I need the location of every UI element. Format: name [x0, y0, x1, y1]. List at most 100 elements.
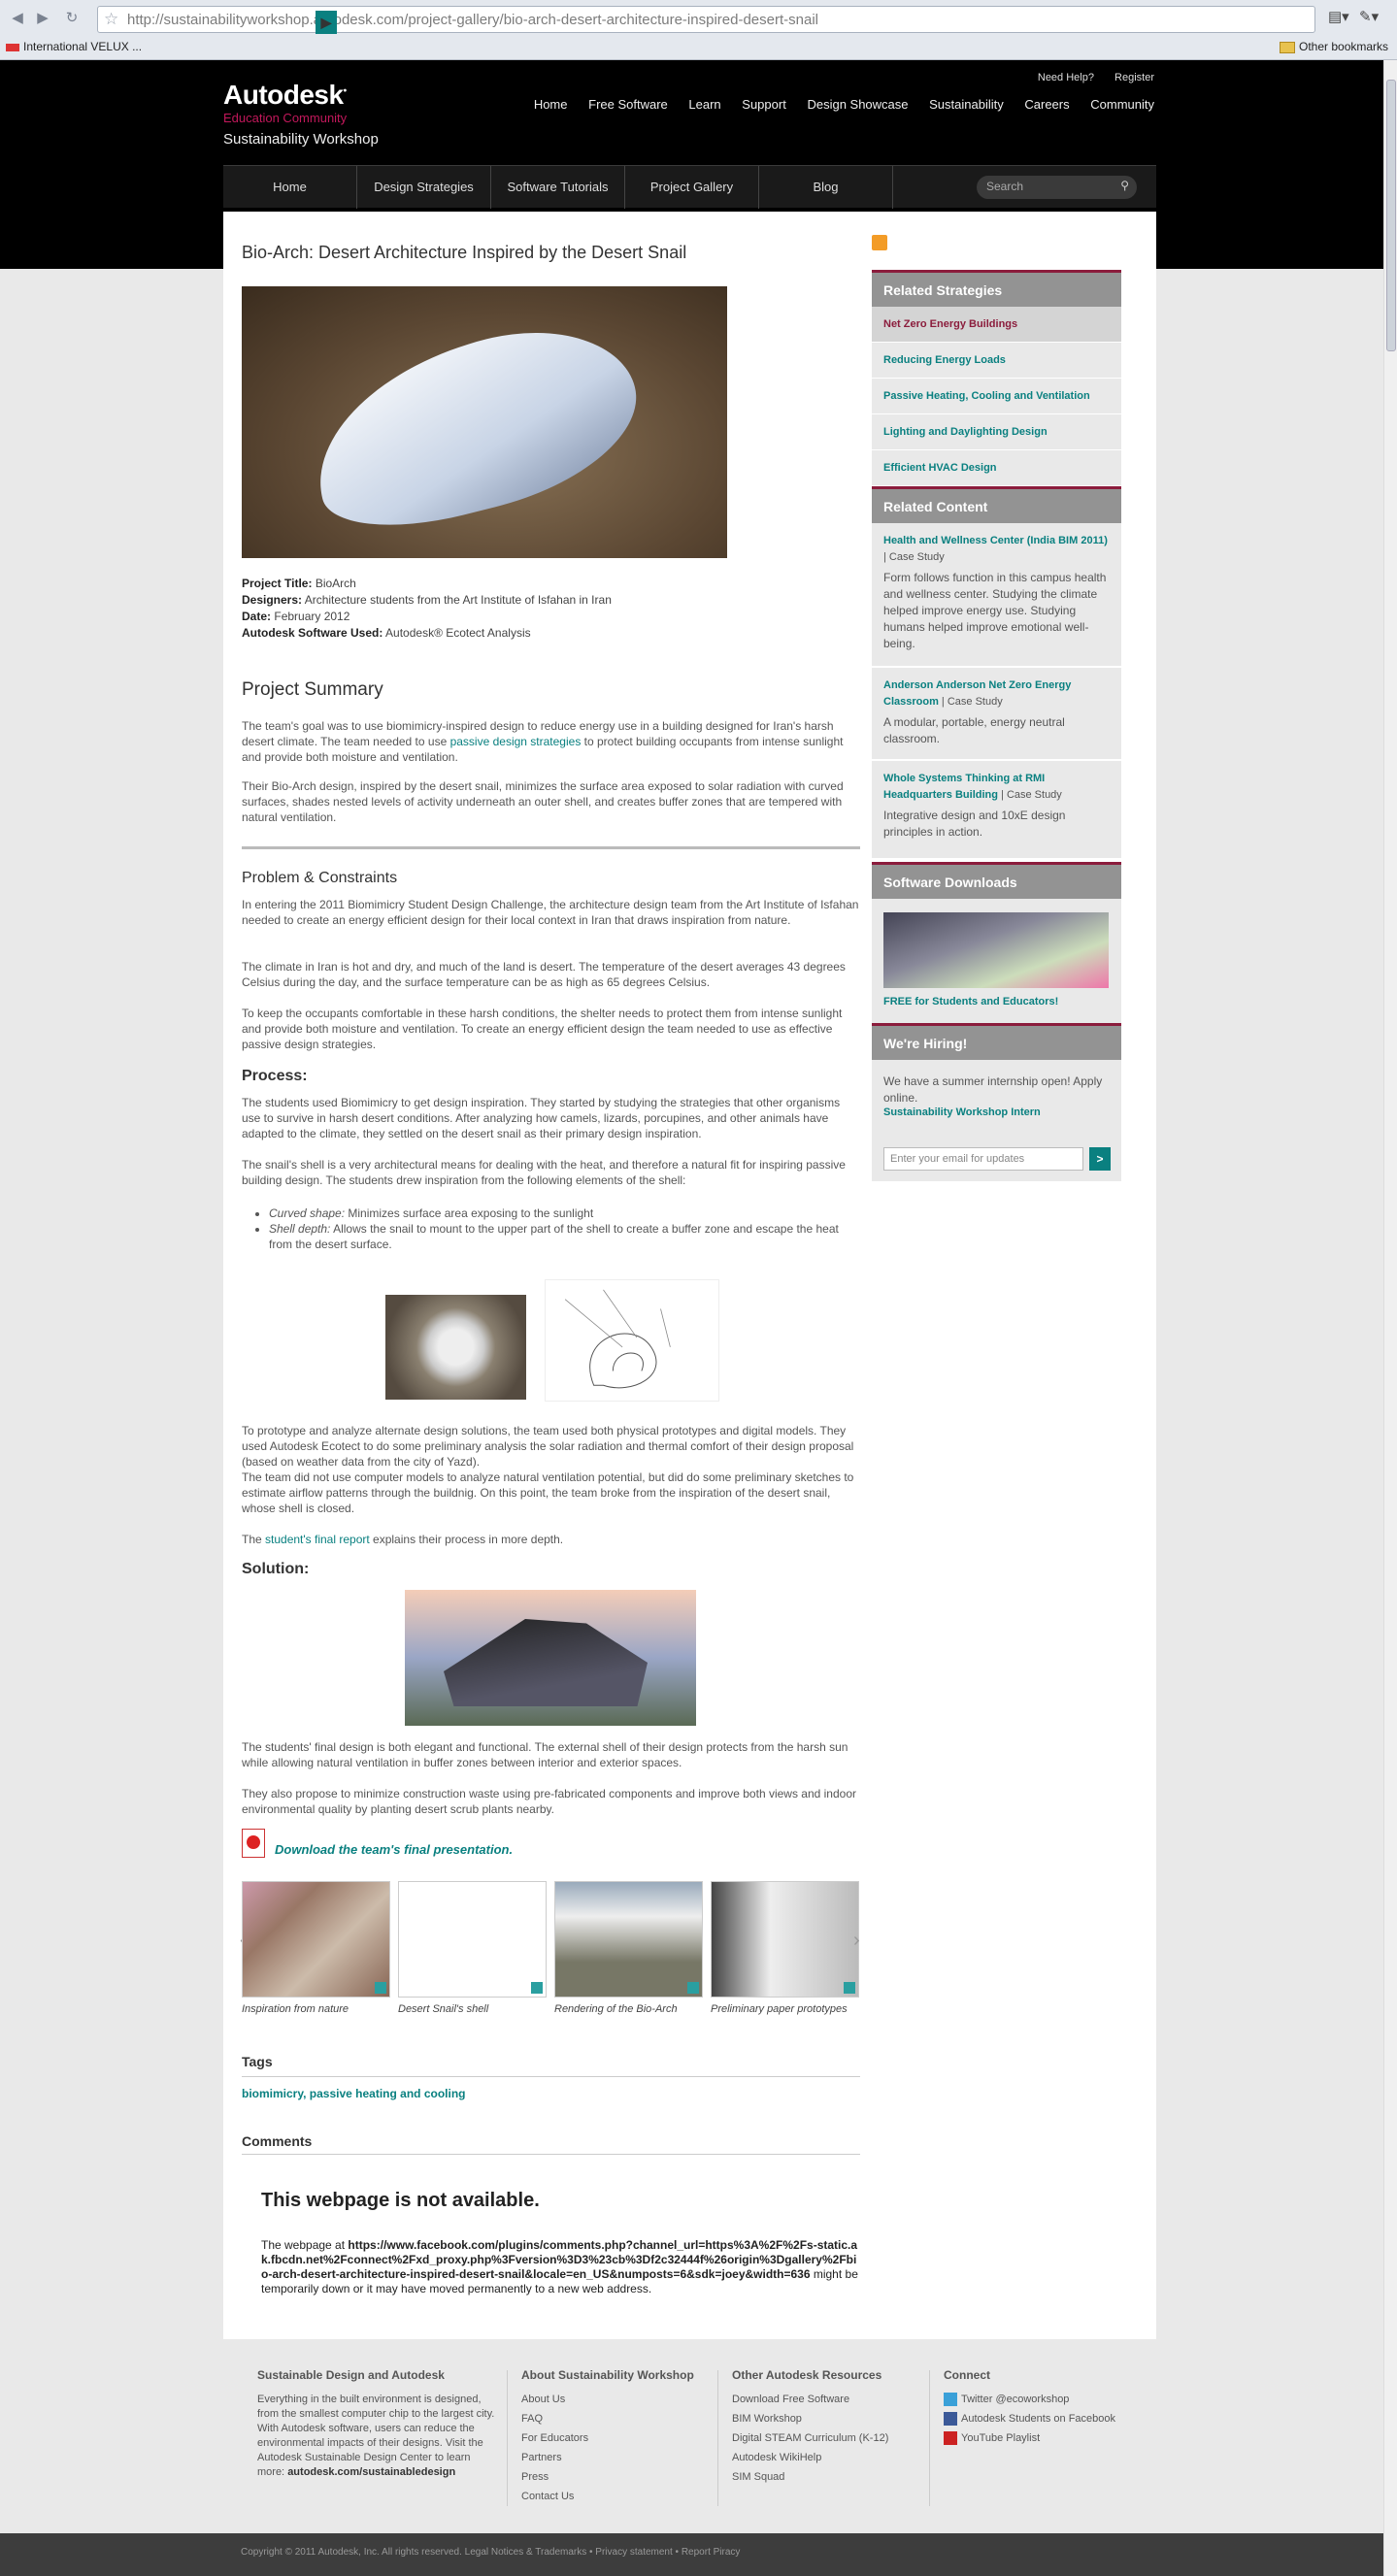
software-download-image[interactable]: [883, 912, 1109, 988]
comments-heading: Comments: [242, 2133, 313, 2149]
other-bookmarks[interactable]: Other bookmarks: [1280, 40, 1388, 53]
email-submit-button[interactable]: >: [1089, 1147, 1111, 1171]
related-content-desc: Integrative design and 10xE design princ…: [883, 809, 1066, 839]
search-icon[interactable]: ⚲: [1120, 179, 1129, 192]
footer-link[interactable]: Download Free Software: [732, 2393, 926, 2407]
nav-free-software[interactable]: Free Software: [588, 97, 668, 112]
zoom-icon[interactable]: [844, 1982, 855, 1994]
solution-paragraph: They also propose to minimize constructi…: [242, 1787, 856, 1816]
hiring-text: We have a summer internship open! Apply …: [883, 1074, 1103, 1105]
wrench-icon[interactable]: ✎▾: [1359, 8, 1379, 25]
strategy-link[interactable]: Efficient HVAC Design: [872, 450, 1121, 486]
footer-link[interactable]: FAQ: [521, 2412, 735, 2427]
search-placeholder: Search: [986, 180, 1024, 193]
zoom-icon[interactable]: [375, 1982, 386, 1994]
gallery-thumb[interactable]: [242, 1881, 390, 1998]
passive-design-link[interactable]: passive design strategies: [450, 735, 582, 748]
meta-label: Autodesk Software Used:: [242, 626, 383, 640]
rss-icon[interactable]: [872, 235, 887, 250]
footer-link[interactable]: Contact Us: [521, 2490, 735, 2504]
email-field[interactable]: Enter your email for updates: [883, 1147, 1083, 1171]
subnav-project-gallery[interactable]: Project Gallery: [625, 166, 759, 209]
strategy-link[interactable]: Passive Heating, Cooling and Ventilation: [872, 379, 1121, 414]
site-logo[interactable]: Autodesk• Education Community Sustainabi…: [223, 80, 379, 148]
related-content-item: Anderson Anderson Net Zero Energy Classr…: [872, 668, 1121, 760]
search-input[interactable]: Search ⚲: [977, 176, 1137, 199]
youtube-icon: [944, 2431, 957, 2446]
footer-link[interactable]: Digital STEAM Curriculum (K-12): [732, 2431, 926, 2446]
process-paragraph: The team did not use computer models to …: [242, 1470, 854, 1515]
divider: [242, 2154, 860, 2155]
meta-value: Autodesk® Ecotect Analysis: [385, 626, 531, 640]
twitter-link[interactable]: Twitter @ecoworkshop: [944, 2393, 1157, 2407]
strategy-link[interactable]: Reducing Energy Loads: [872, 343, 1121, 379]
facebook-link[interactable]: Autodesk Students on Facebook: [944, 2412, 1157, 2427]
scrollbar[interactable]: [1383, 60, 1397, 2576]
url-host: http://sustainabilityworkshop.autodesk.c…: [127, 12, 405, 28]
gallery-next-icon[interactable]: ›: [853, 1930, 860, 1952]
footer-link[interactable]: About Us: [521, 2393, 735, 2407]
gallery-thumb[interactable]: [554, 1881, 703, 1998]
download-presentation-link[interactable]: Download the team's final presentation.: [275, 1842, 513, 1857]
internship-link[interactable]: Sustainability Workshop Intern: [883, 1106, 1041, 1118]
footer-link[interactable]: Press: [521, 2470, 735, 2485]
address-bar[interactable]: ☆ http://sustainabilityworkshop.autodesk…: [97, 6, 1315, 34]
footer-col-sustainable: Sustainable Design and Autodesk Everythi…: [257, 2368, 495, 2480]
subnav-home[interactable]: Home: [223, 166, 357, 209]
footer-sd-link[interactable]: autodesk.com/sustainabledesign: [287, 2466, 455, 2478]
back-icon[interactable]: ◀: [6, 6, 29, 31]
related-content-desc: Form follows function in this campus hea…: [883, 571, 1107, 650]
bookmark-star-icon[interactable]: ☆: [104, 10, 118, 29]
footer-link[interactable]: SIM Squad: [732, 2470, 926, 2485]
pdf-icon[interactable]: [242, 1829, 265, 1858]
strategy-link[interactable]: Net Zero Energy Buildings: [872, 307, 1121, 343]
gallery-caption: Preliminary paper prototypes: [711, 2003, 848, 2015]
solution-heading: Solution:: [242, 1561, 310, 1577]
free-software-link[interactable]: FREE for Students and Educators!: [883, 996, 1058, 1007]
subnav-design-strategies[interactable]: Design Strategies: [357, 166, 491, 209]
zoom-icon[interactable]: [531, 1982, 543, 1994]
list-item: Shell depth: Allows the snail to mount t…: [269, 1221, 853, 1252]
go-icon[interactable]: ▶: [316, 11, 337, 34]
nav-careers[interactable]: Careers: [1024, 97, 1069, 112]
zoom-icon[interactable]: [687, 1982, 699, 1994]
page-menu-icon[interactable]: ▤▾: [1328, 8, 1349, 25]
subnav-blog[interactable]: Blog: [759, 166, 893, 209]
divider: [507, 2370, 508, 2506]
footer-link[interactable]: Autodesk WikiHelp: [732, 2451, 926, 2465]
strategy-link[interactable]: Lighting and Daylighting Design: [872, 414, 1121, 450]
gallery-caption: Rendering of the Bio-Arch: [554, 2003, 678, 2015]
youtube-link[interactable]: YouTube Playlist: [944, 2431, 1157, 2446]
tags-heading: Tags: [242, 2054, 273, 2069]
site-name: Sustainability Workshop: [223, 131, 379, 148]
register-link[interactable]: Register: [1114, 72, 1154, 83]
copyright-text: Copyright © 2011 Autodesk, Inc. All righ…: [241, 2547, 741, 2558]
nav-home[interactable]: Home: [534, 97, 568, 112]
reload-icon[interactable]: ↻: [60, 6, 83, 31]
nav-community[interactable]: Community: [1090, 97, 1154, 112]
nav-learn[interactable]: Learn: [688, 97, 720, 112]
gallery-thumb[interactable]: [398, 1881, 547, 1998]
related-content-link[interactable]: Health and Wellness Center (India BIM 20…: [883, 535, 1108, 546]
problem-paragraph: To keep the occupants comfortable in the…: [242, 1007, 843, 1051]
nav-support[interactable]: Support: [742, 97, 786, 112]
tag-links[interactable]: biomimicry, passive heating and cooling: [242, 2087, 466, 2100]
bookmark-item[interactable]: International VELUX ...: [6, 40, 142, 53]
gallery-thumb[interactable]: [711, 1881, 859, 1998]
nav-design-showcase[interactable]: Design Showcase: [807, 97, 908, 112]
main-nav: Home Free Software Learn Support Design …: [516, 97, 1154, 112]
footer-link[interactable]: For Educators: [521, 2431, 735, 2446]
subnav-software-tutorials[interactable]: Software Tutorials: [491, 166, 625, 209]
help-link[interactable]: Need Help?: [1038, 72, 1094, 83]
bookmarks-bar: International VELUX ... Other bookmarks: [0, 36, 1397, 59]
forward-icon[interactable]: ▶: [31, 6, 54, 31]
error-body: The webpage at https://www.facebook.com/…: [261, 2238, 858, 2295]
divider: [717, 2370, 718, 2506]
nav-sustainability[interactable]: Sustainability: [929, 97, 1004, 112]
scrollbar-thumb[interactable]: [1386, 80, 1396, 351]
snail-photo: [385, 1295, 526, 1400]
copyright-bar: Copyright © 2011 Autodesk, Inc. All righ…: [0, 2533, 1383, 2576]
footer-link[interactable]: BIM Workshop: [732, 2412, 926, 2427]
footer-link[interactable]: Partners: [521, 2451, 735, 2465]
final-report-link[interactable]: student's final report: [265, 1533, 370, 1546]
